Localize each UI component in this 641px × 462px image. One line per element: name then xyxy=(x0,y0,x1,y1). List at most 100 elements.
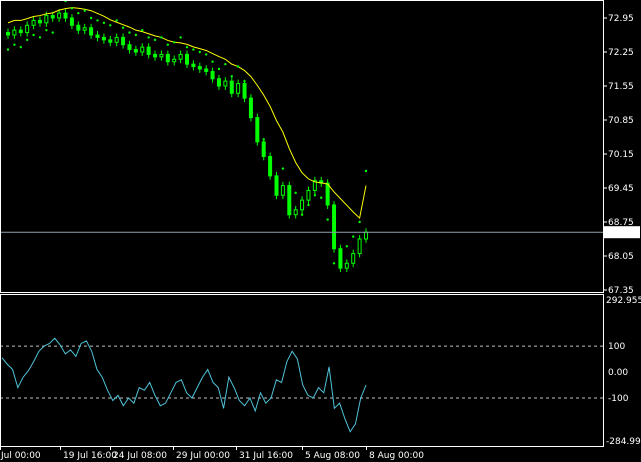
candle xyxy=(236,83,241,94)
price-axis-label: 70.15 xyxy=(608,150,634,160)
sar-dot xyxy=(77,11,80,15)
candle xyxy=(153,53,158,58)
sar-dot xyxy=(307,203,310,207)
sar-dot xyxy=(6,48,10,51)
trading-chart[interactable]: 72.9572.2571.5570.8570.1569.4568.7568.05… xyxy=(0,0,641,462)
sar-dot xyxy=(339,249,342,253)
time-axis-label: 5 Aug 08:00 xyxy=(305,451,360,461)
sar-dot xyxy=(83,9,86,12)
candle xyxy=(255,117,260,143)
sar-dot xyxy=(224,62,227,66)
current-price-label: 68.54 xyxy=(607,228,633,238)
sar-dot xyxy=(320,196,323,199)
cci-level-label: -100 xyxy=(608,394,629,404)
sar-dot xyxy=(166,43,170,46)
sar-dot xyxy=(268,157,272,161)
candle xyxy=(31,19,36,26)
sar-dot xyxy=(38,36,42,39)
sar-dot xyxy=(300,213,304,216)
candle xyxy=(351,253,356,264)
cci-panel[interactable] xyxy=(0,337,603,433)
sar-dot xyxy=(345,245,349,248)
sar-dot xyxy=(294,191,297,195)
candle xyxy=(204,68,209,72)
sar-dot xyxy=(236,65,240,68)
candle xyxy=(306,189,311,201)
time-axis-label: 24 Jul 08:00 xyxy=(113,451,167,461)
sar-dot xyxy=(70,7,74,10)
candle xyxy=(6,32,10,36)
sar-dot xyxy=(173,41,176,44)
price-axis-label: 72.25 xyxy=(608,48,634,58)
sar-dot xyxy=(185,45,189,49)
candle xyxy=(172,58,177,63)
sar-dot xyxy=(275,177,278,180)
candle xyxy=(165,53,170,63)
candle xyxy=(18,29,23,34)
sar-dot xyxy=(160,36,163,39)
sar-dot xyxy=(89,16,93,20)
sar-dot xyxy=(262,138,265,141)
sar-dot xyxy=(128,31,131,34)
sar-dot xyxy=(102,21,106,25)
sar-dot xyxy=(243,79,246,83)
sar-dot xyxy=(32,33,35,37)
candle xyxy=(50,15,55,19)
candle xyxy=(37,19,42,24)
candle xyxy=(242,83,247,99)
candle xyxy=(76,24,81,31)
sar-dot xyxy=(211,60,214,63)
sar-dot xyxy=(134,33,138,37)
sar-dot xyxy=(332,262,336,265)
candle xyxy=(197,66,202,70)
sar-dot xyxy=(45,28,48,32)
candle xyxy=(344,262,349,269)
price-axis-label: 71.55 xyxy=(608,82,634,92)
time-axis-label: 29 Jul 00:00 xyxy=(176,451,230,461)
cci-scale-top: 292.955 xyxy=(606,296,641,306)
candle xyxy=(146,46,151,55)
sar-dot xyxy=(326,218,329,221)
candle xyxy=(12,29,17,36)
price-axis-label: 70.85 xyxy=(608,116,634,126)
candle xyxy=(216,78,221,87)
candle xyxy=(89,27,94,36)
candle xyxy=(357,238,362,255)
candle xyxy=(44,15,49,24)
cci-line xyxy=(1,337,367,433)
sar-dot xyxy=(13,43,16,46)
sar-dot xyxy=(25,38,29,42)
sar-dot xyxy=(288,196,291,199)
candle xyxy=(191,63,196,68)
candle xyxy=(332,204,337,250)
candle xyxy=(127,44,132,51)
candle xyxy=(108,39,113,43)
candle xyxy=(140,46,145,53)
sar-dot xyxy=(121,26,125,29)
candle xyxy=(121,36,126,46)
sar-dot xyxy=(313,194,317,197)
sar-dot xyxy=(352,235,355,238)
time-axis-label: Jul 00:00 xyxy=(0,451,41,461)
moving-average-line xyxy=(7,7,367,220)
candle xyxy=(57,12,62,19)
candle xyxy=(210,70,215,80)
sar-dot xyxy=(147,36,150,39)
candle xyxy=(300,199,305,211)
sar-dot xyxy=(217,67,221,71)
candle xyxy=(25,24,30,34)
price-panel[interactable] xyxy=(0,0,603,273)
sar-dot xyxy=(198,50,201,54)
cci-scale-bottom: -284.999 xyxy=(606,437,641,447)
price-panel-frame xyxy=(0,0,604,293)
sar-dot xyxy=(109,24,112,27)
candle xyxy=(185,53,189,65)
candle xyxy=(133,49,138,53)
sar-dot xyxy=(192,48,195,51)
sar-dot xyxy=(249,99,253,102)
cci-level-label: 0.00 xyxy=(608,368,628,378)
candle xyxy=(114,36,119,43)
candle xyxy=(178,53,183,60)
sar-dot xyxy=(281,167,285,170)
sar-dot xyxy=(230,75,233,78)
